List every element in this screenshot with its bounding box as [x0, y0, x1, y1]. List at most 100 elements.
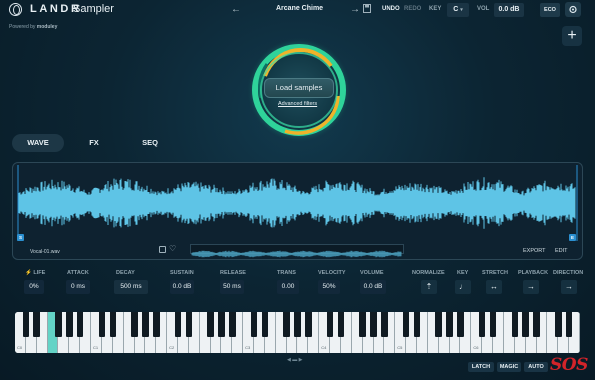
black-key[interactable]	[337, 312, 345, 337]
preset-name[interactable]: Arcane Chime	[276, 5, 323, 12]
image-icon[interactable]	[159, 246, 166, 253]
latch-button[interactable]: LATCH	[468, 362, 494, 372]
mode-label-key: KEY	[457, 270, 469, 276]
heart-icon[interactable]: ♡	[169, 244, 176, 253]
black-key[interactable]	[370, 312, 377, 337]
stretch-button[interactable]: ↔	[486, 280, 502, 294]
param-label-sustain: SUSTAIN	[170, 270, 194, 276]
black-key[interactable]	[250, 312, 258, 337]
black-key[interactable]	[229, 312, 236, 337]
back-arrow-icon[interactable]: ←	[231, 4, 241, 15]
chevron-down-icon: ▾	[460, 7, 463, 13]
start-marker[interactable]: S	[17, 234, 24, 241]
black-key[interactable]	[435, 312, 442, 337]
key-track-button[interactable]: ♩	[455, 280, 471, 294]
black-key[interactable]	[142, 312, 149, 337]
arrow-right-icon: →	[565, 282, 573, 291]
release-value[interactable]: 50 ms	[220, 280, 244, 294]
eco-button[interactable]: ECO	[540, 3, 560, 17]
sos-watermark: SOS	[550, 355, 588, 375]
trans-value[interactable]: 0.00	[277, 280, 299, 294]
auto-button[interactable]: AUTO	[524, 362, 548, 372]
black-key[interactable]	[55, 312, 62, 337]
forward-arrow-icon[interactable]: →	[350, 4, 360, 15]
add-button[interactable]: +	[562, 26, 582, 46]
octave-label: C3	[245, 345, 251, 350]
black-key[interactable]	[359, 312, 366, 337]
normalize-icon: ⇡	[425, 282, 433, 291]
piano-keyboard[interactable]: C0 C1 C2 C3 C4 C5 C6	[15, 312, 580, 353]
normalize-button[interactable]: ⇡	[421, 280, 437, 294]
stretch-icon: ↔	[490, 282, 498, 291]
octave-label: C4	[321, 345, 327, 350]
velocity-value[interactable]: 50%	[318, 280, 340, 294]
key-select[interactable]: C ▾	[447, 3, 469, 17]
playback-button[interactable]: →	[523, 280, 539, 294]
octave-label: C1	[93, 345, 99, 350]
sample-filename: Vocal-01.wav	[30, 249, 60, 255]
waveform-overview[interactable]	[190, 244, 404, 258]
attack-value[interactable]: 0 ms	[66, 280, 90, 294]
tab-wave[interactable]: WAVE	[12, 134, 64, 152]
waveform-display[interactable]	[16, 165, 580, 241]
param-label-life: ⚡ LIFE	[25, 270, 45, 276]
octave-label: C2	[169, 345, 175, 350]
keyboard-pager[interactable]: ◀ ▬ ▶	[287, 357, 302, 363]
undo-button[interactable]: UNDO	[382, 6, 400, 12]
param-label-volume: VOLUME	[360, 270, 384, 276]
vol-value[interactable]: 0.0 dB	[494, 3, 524, 17]
black-key[interactable]	[174, 312, 182, 337]
end-marker[interactable]: E	[569, 234, 576, 241]
edit-button[interactable]: EDIT	[555, 248, 568, 254]
black-key[interactable]	[294, 312, 301, 337]
param-label-attack: ATTACK	[67, 270, 89, 276]
black-key[interactable]	[522, 312, 529, 337]
black-key[interactable]	[283, 312, 290, 337]
black-key[interactable]	[402, 312, 410, 337]
param-label-release: RELEASE	[220, 270, 246, 276]
black-key[interactable]	[326, 312, 334, 337]
black-key[interactable]	[218, 312, 225, 337]
black-key[interactable]	[109, 312, 117, 337]
advanced-filters-link[interactable]: Advanced filters	[278, 101, 317, 107]
black-key[interactable]	[446, 312, 453, 337]
export-button[interactable]: EXPORT	[523, 248, 546, 254]
magic-button[interactable]: MAGIC	[497, 362, 521, 372]
redo-button[interactable]: REDO	[404, 6, 421, 12]
key-value: C	[453, 6, 459, 13]
life-value[interactable]: 0%	[24, 280, 44, 294]
black-key[interactable]	[413, 312, 421, 337]
black-key[interactable]	[152, 312, 160, 337]
black-key[interactable]	[555, 312, 562, 337]
black-key[interactable]	[261, 312, 269, 337]
black-key[interactable]	[98, 312, 106, 337]
black-key[interactable]	[381, 312, 388, 337]
black-key[interactable]	[66, 312, 73, 337]
black-key[interactable]	[489, 312, 497, 337]
black-key[interactable]	[305, 312, 312, 337]
black-key[interactable]	[565, 312, 573, 337]
black-key[interactable]	[185, 312, 193, 337]
decay-value[interactable]: 500 ms	[114, 280, 148, 294]
black-key[interactable]	[131, 312, 138, 337]
black-key[interactable]	[457, 312, 464, 337]
save-icon[interactable]	[363, 4, 371, 15]
black-key[interactable]	[533, 312, 540, 337]
black-key[interactable]	[22, 312, 30, 337]
black-key[interactable]	[76, 312, 84, 337]
black-key[interactable]	[478, 312, 486, 337]
black-key[interactable]	[33, 312, 40, 337]
tab-seq[interactable]: SEQ	[132, 134, 168, 152]
mode-label-stretch: STRETCH	[482, 270, 508, 276]
tab-fx[interactable]: FX	[76, 134, 112, 152]
load-samples-button[interactable]: Load samples	[264, 78, 334, 98]
settings-button[interactable]	[565, 2, 581, 17]
black-key[interactable]	[511, 312, 519, 337]
sustain-value[interactable]: 0.0 dB	[170, 280, 194, 294]
key-label: KEY	[429, 6, 442, 12]
plus-icon: +	[567, 27, 577, 44]
octave-label: C6	[473, 345, 479, 350]
black-key[interactable]	[207, 312, 214, 337]
direction-button[interactable]: →	[561, 280, 577, 294]
volume-value[interactable]: 0.0 dB	[360, 280, 386, 294]
